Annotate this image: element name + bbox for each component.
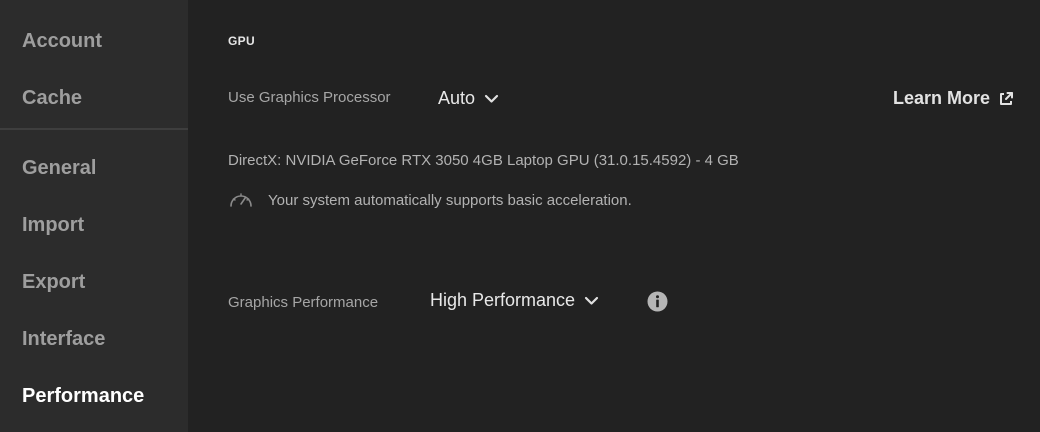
gpu-section-title: GPU <box>228 34 255 48</box>
graphics-performance-value: High Performance <box>430 290 576 310</box>
learn-more-link[interactable]: Learn More <box>893 88 1014 109</box>
sidebar-item-general[interactable]: General <box>22 156 96 180</box>
acceleration-status-text: Your system automatically supports basic… <box>268 191 632 209</box>
speedometer-icon <box>230 193 252 207</box>
graphics-performance-dropdown[interactable]: High Performance <box>430 290 599 311</box>
learn-more-label: Learn More <box>892 88 990 108</box>
use-graphics-processor-label: Use Graphics Processor <box>228 89 391 106</box>
chevron-down-icon <box>584 296 599 305</box>
sidebar-item-cache[interactable]: Cache <box>22 86 82 110</box>
sidebar-item-account[interactable]: Account <box>22 29 102 53</box>
graphics-processor-value: Auto <box>438 88 476 108</box>
graphics-performance-label: Graphics Performance <box>228 294 379 311</box>
graphics-processor-dropdown[interactable]: Auto <box>438 88 499 109</box>
sidebar-item-interface[interactable]: Interface <box>22 327 105 351</box>
chevron-down-icon <box>484 94 499 103</box>
directx-info-text: DirectX: NVIDIA GeForce RTX 3050 4GB Lap… <box>228 152 739 169</box>
preferences-window: Account Cache General Import Export Inte… <box>0 0 1040 432</box>
preferences-sidebar: Account Cache General Import Export Inte… <box>0 0 188 432</box>
external-link-icon <box>1000 91 1013 105</box>
sidebar-divider <box>0 128 188 130</box>
sidebar-item-performance[interactable]: Performance <box>22 384 144 408</box>
sidebar-item-export[interactable]: Export <box>22 270 85 294</box>
performance-panel: GPU Use Graphics Processor Auto Learn Mo… <box>188 0 1040 432</box>
acceleration-status: Your system automatically supports basic… <box>228 189 632 211</box>
info-icon[interactable] <box>647 291 668 312</box>
sidebar-item-import[interactable]: Import <box>22 213 84 237</box>
